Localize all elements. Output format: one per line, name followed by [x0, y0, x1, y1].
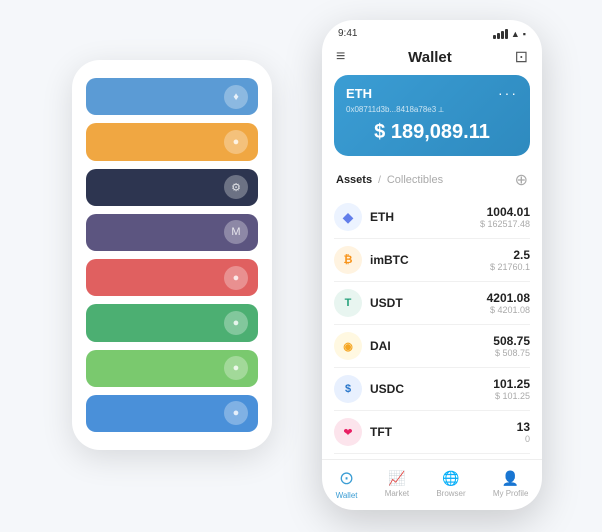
list-item: ● [86, 350, 258, 387]
nav-market-label: Market [385, 489, 409, 498]
table-row[interactable]: ❤ TFT 13 0 [334, 411, 530, 454]
asset-name: DAI [370, 339, 391, 353]
card-icon: ● [224, 401, 248, 425]
menu-icon[interactable]: ≡ [336, 48, 345, 66]
bottom-nav: ⊙ Wallet 📈 Market 🌐 Browser 👤 My Profile [322, 459, 542, 510]
tft-icon: ❤ [334, 418, 362, 446]
asset-value: $ 4201.08 [487, 305, 530, 315]
asset-name: USDC [370, 382, 404, 396]
nav-wallet-label: Wallet [336, 491, 358, 500]
usdt-icon: T [334, 289, 362, 317]
card-icon: ♦ [224, 85, 248, 109]
asset-amount: 4201.08 [487, 291, 530, 305]
imbtc-icon: ₿ [334, 246, 362, 274]
nav-profile[interactable]: 👤 My Profile [493, 470, 529, 498]
tab-separator: / [378, 175, 381, 186]
eth-icon: ◆ [334, 203, 362, 231]
main-phone: 9:41 ▲ ▪ ≡ Wallet ⊡ ETH ··· 0x08711d3b..… [322, 20, 542, 510]
asset-left: ◉ DAI [334, 332, 391, 360]
assets-tabs: Assets / Collectibles [336, 174, 443, 186]
nav-browser[interactable]: 🌐 Browser [436, 470, 465, 498]
asset-right: 13 0 [517, 420, 530, 444]
asset-value: $ 508.75 [493, 348, 530, 358]
nav-browser-label: Browser [436, 489, 465, 498]
asset-amount: 1004.01 [480, 205, 530, 219]
add-asset-button[interactable]: ⊕ [515, 170, 528, 190]
asset-name: TFT [370, 425, 392, 439]
table-row[interactable]: T USDT 4201.08 $ 4201.08 [334, 282, 530, 325]
asset-left: ❤ TFT [334, 418, 392, 446]
list-item: M [86, 214, 258, 251]
wifi-icon: ▲ [511, 29, 520, 39]
card-icon: ⚙ [224, 175, 248, 199]
asset-value: 0 [517, 434, 530, 444]
battery-icon: ▪ [523, 29, 526, 39]
asset-left: ◆ ETH [334, 203, 394, 231]
card-icon: ● [224, 266, 248, 290]
tab-collectibles[interactable]: Collectibles [387, 174, 443, 186]
browser-nav-icon: 🌐 [442, 470, 459, 487]
table-row[interactable]: ₿ imBTC 2.5 $ 21760.1 [334, 239, 530, 282]
eth-card-title: ETH [346, 86, 372, 101]
asset-name: imBTC [370, 253, 409, 267]
table-row[interactable]: ◆ ETH 1004.01 $ 162517.48 [334, 196, 530, 239]
nav-profile-label: My Profile [493, 489, 529, 498]
nav-market[interactable]: 📈 Market [385, 470, 409, 498]
list-item: ● [86, 395, 258, 432]
list-item: ♦ [86, 78, 258, 115]
status-icons: ▲ ▪ [493, 29, 526, 39]
profile-nav-icon: 👤 [502, 470, 519, 487]
list-item: ⚙ [86, 169, 258, 206]
usdc-icon: $ [334, 375, 362, 403]
asset-right: 101.25 $ 101.25 [493, 377, 530, 401]
card-icon: ● [224, 130, 248, 154]
asset-left: T USDT [334, 289, 403, 317]
asset-name: ETH [370, 210, 394, 224]
asset-left: ₿ imBTC [334, 246, 409, 274]
page-title: Wallet [408, 49, 452, 66]
status-time: 9:41 [338, 28, 357, 39]
card-icon: ● [224, 356, 248, 380]
nav-wallet[interactable]: ⊙ Wallet [336, 468, 358, 500]
asset-amount: 13 [517, 420, 530, 434]
eth-card-menu[interactable]: ··· [498, 85, 518, 101]
asset-value: $ 162517.48 [480, 219, 530, 229]
list-item: ● [86, 259, 258, 296]
asset-amount: 101.25 [493, 377, 530, 391]
asset-left: $ USDC [334, 375, 404, 403]
asset-right: 2.5 $ 21760.1 [490, 248, 530, 272]
tab-assets[interactable]: Assets [336, 174, 372, 186]
table-row[interactable]: ◉ DAI 508.75 $ 508.75 [334, 325, 530, 368]
asset-right: 508.75 $ 508.75 [493, 334, 530, 358]
wallet-nav-icon: ⊙ [339, 468, 354, 489]
status-bar: 9:41 ▲ ▪ [322, 20, 542, 43]
asset-value: $ 101.25 [493, 391, 530, 401]
asset-list: ◆ ETH 1004.01 $ 162517.48 ₿ imBTC 2.5 $ … [322, 196, 542, 459]
background-phone: ♦ ● ⚙ M ● ● ● ● [72, 60, 272, 450]
app-header: ≡ Wallet ⊡ [322, 43, 542, 75]
market-nav-icon: 📈 [388, 470, 405, 487]
list-item: ● [86, 304, 258, 341]
table-row[interactable]: $ USDC 101.25 $ 101.25 [334, 368, 530, 411]
card-icon: ● [224, 311, 248, 335]
card-icon: M [224, 220, 248, 244]
asset-name: USDT [370, 296, 403, 310]
asset-right: 1004.01 $ 162517.48 [480, 205, 530, 229]
eth-wallet-card[interactable]: ETH ··· 0x08711d3b...8418a78e3 ⟂ $ 189,0… [334, 75, 530, 156]
eth-card-header: ETH ··· [346, 85, 518, 101]
dai-icon: ◉ [334, 332, 362, 360]
asset-value: $ 21760.1 [490, 262, 530, 272]
scan-icon[interactable]: ⊡ [515, 47, 528, 67]
list-item: ● [86, 123, 258, 160]
signal-icon [493, 29, 508, 39]
assets-header: Assets / Collectibles ⊕ [322, 166, 542, 196]
asset-amount: 2.5 [490, 248, 530, 262]
eth-address: 0x08711d3b...8418a78e3 ⟂ [346, 105, 518, 115]
asset-right: 4201.08 $ 4201.08 [487, 291, 530, 315]
eth-balance: $ 189,089.11 [346, 121, 518, 144]
asset-amount: 508.75 [493, 334, 530, 348]
